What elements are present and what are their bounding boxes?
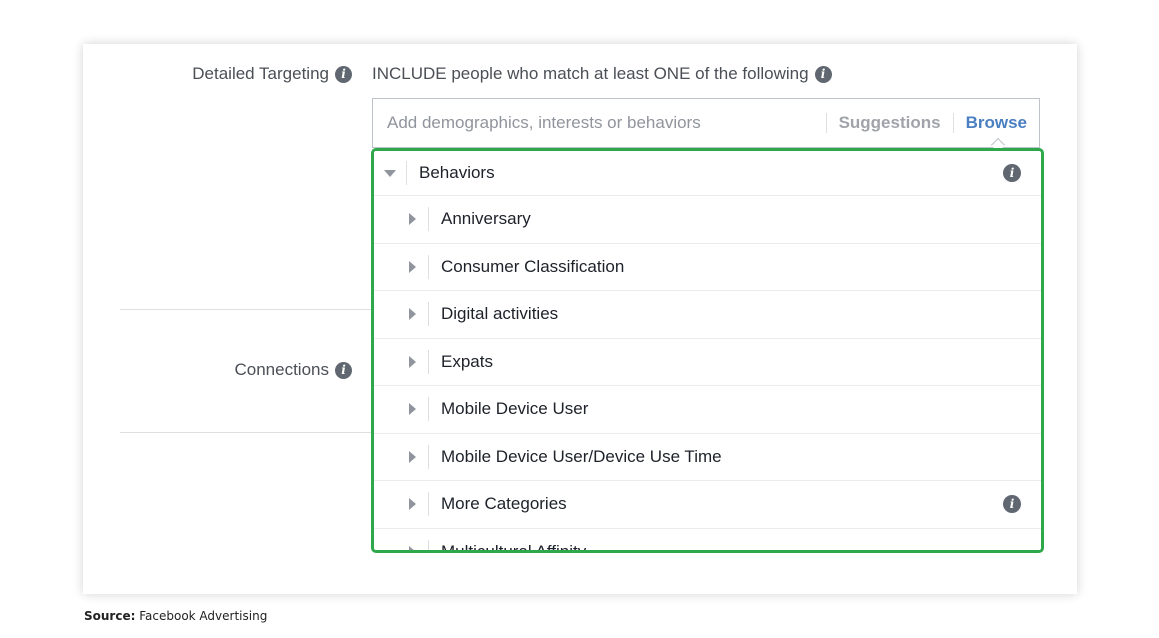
connections-text: Connections — [234, 360, 329, 379]
info-icon[interactable]: i — [1003, 495, 1021, 514]
caret-right-icon[interactable] — [409, 260, 416, 273]
caret-down-icon[interactable] — [384, 169, 396, 177]
row-separator — [428, 302, 429, 327]
list-item-label: Multicultural Affinity — [441, 541, 587, 553]
info-icon[interactable]: i — [1003, 164, 1021, 182]
list-item-label: Digital activities — [441, 304, 559, 324]
caret-right-icon[interactable] — [409, 355, 416, 368]
list-item-label: Expats — [441, 351, 493, 371]
browse-label: Browse — [965, 113, 1027, 132]
row-separator — [428, 397, 429, 422]
browse-dropdown[interactable]: Behaviors i Anniversary Consumer Classif… — [371, 148, 1044, 553]
row-separator — [428, 492, 429, 517]
info-icon-wrapper[interactable]: i — [1003, 164, 1021, 182]
targeting-search-box: Suggestions Browse — [372, 98, 1040, 153]
row-separator — [428, 207, 429, 232]
list-item-label: Consumer Classification — [441, 256, 625, 276]
caret-right-icon[interactable] — [409, 308, 416, 321]
list-item-label: Mobile Device User — [441, 399, 589, 419]
page: Detailed Targeting i INCLUDE people who … — [0, 0, 1159, 638]
detailed-targeting-text: Detailed Targeting — [192, 64, 329, 83]
list-item-multicultural-affinity[interactable]: Multicultural Affinity — [374, 529, 1041, 553]
list-item-label: Mobile Device User/Device Use Time — [441, 446, 722, 466]
source-caption: Source: Facebook Advertising — [84, 609, 267, 623]
caret-right-icon[interactable] — [409, 403, 416, 416]
section-divider — [120, 309, 372, 310]
source-text: Facebook Advertising — [139, 609, 268, 623]
list-item-digital-activities[interactable]: Digital activities — [374, 291, 1041, 339]
targeting-search-input[interactable] — [373, 112, 826, 134]
caret-right-icon[interactable] — [409, 450, 416, 463]
row-separator — [428, 254, 429, 279]
info-icon-wrapper[interactable]: i — [1003, 495, 1021, 514]
source-prefix: Source: — [84, 609, 136, 623]
list-item-consumer-classification[interactable]: Consumer Classification — [374, 244, 1041, 291]
caret-right-icon[interactable] — [409, 498, 416, 511]
info-icon[interactable]: i — [335, 65, 352, 83]
category-header-label: Behaviors — [419, 163, 495, 182]
list-item-anniversary[interactable]: Anniversary — [374, 196, 1041, 244]
caret-right-icon[interactable] — [409, 213, 416, 226]
list-item-mobile-device-use-time[interactable]: Mobile Device User/Device Use Time — [374, 434, 1041, 481]
row-separator — [428, 349, 429, 374]
suggestions-button[interactable]: Suggestions — [827, 113, 953, 133]
list-item-expats[interactable]: Expats — [374, 339, 1041, 386]
row-separator — [406, 161, 407, 185]
info-icon[interactable]: i — [814, 65, 832, 83]
detailed-targeting-label: Detailed Targeting i — [192, 64, 352, 84]
list-item-more-categories[interactable]: More Categories i — [374, 481, 1041, 529]
include-instruction-text: INCLUDE people who match at least ONE of… — [372, 64, 809, 83]
list-item-label: More Categories — [441, 494, 567, 514]
caret-right-icon[interactable] — [409, 545, 416, 550]
connections-label: Connections i — [234, 360, 352, 380]
list-item-label: Anniversary — [441, 209, 531, 229]
info-icon[interactable]: i — [335, 361, 352, 379]
include-instruction: INCLUDE people who match at least ONE of… — [372, 64, 832, 84]
list-item-mobile-device-user[interactable]: Mobile Device User — [374, 386, 1041, 434]
row-separator — [428, 539, 429, 550]
browse-button[interactable]: Browse — [954, 113, 1039, 153]
section-divider — [120, 432, 372, 433]
category-header-behaviors[interactable]: Behaviors i — [374, 151, 1041, 196]
row-separator — [428, 444, 429, 469]
